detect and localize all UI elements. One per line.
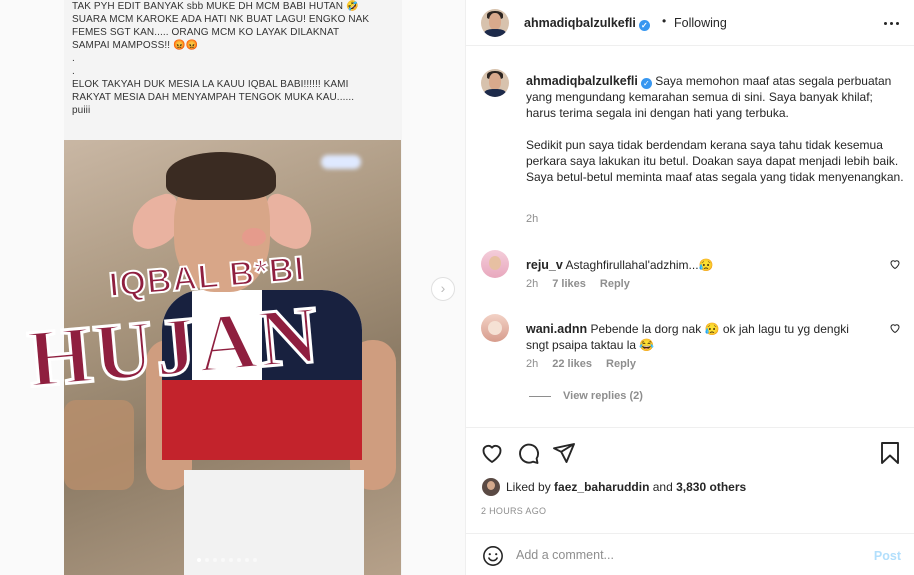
- comment-reply-button[interactable]: Reply: [606, 358, 636, 370]
- commenter-avatar[interactable]: [481, 250, 509, 278]
- liker-avatar[interactable]: [482, 478, 500, 496]
- media-pane: TAK PYH EDIT BANYAK sbb MUKE DH MCM BABI…: [0, 0, 465, 575]
- carousel-dot: [213, 558, 217, 562]
- media-caption-line: TAK PYH EDIT BANYAK sbb MUKE DH MCM BABI…: [72, 1, 359, 12]
- liker-username[interactable]: faez_baharuddin: [554, 480, 649, 494]
- add-comment-bar: Post: [466, 533, 914, 575]
- caption-username[interactable]: ahmadiqbalzulkefli: [526, 74, 638, 88]
- commenter-username[interactable]: wani.adnn: [526, 322, 587, 336]
- caption-body: ahmadiqbalzulkefli ✓ Saya memohon maaf at…: [526, 73, 904, 185]
- commenter-avatar[interactable]: [481, 314, 509, 342]
- commenter-username[interactable]: reju_v: [526, 258, 563, 272]
- emoji-smile-icon[interactable]: [482, 545, 504, 567]
- caption-author-avatar[interactable]: [481, 69, 509, 97]
- media-caption-line: ELOK TAKYAH DUK MESIA LA KAUU IQBAL BABI…: [72, 79, 349, 90]
- carousel-dot: [253, 558, 257, 562]
- carousel-dot: [205, 558, 209, 562]
- media-caption-line: puiii: [72, 105, 91, 116]
- likes-others-link[interactable]: 3,830 others: [676, 480, 746, 494]
- view-replies-label[interactable]: View replies (2): [563, 390, 643, 402]
- comment-meta: 2h 22 likes Reply: [526, 358, 636, 370]
- view-replies-divider: [529, 395, 551, 397]
- comment-meta: 2h 7 likes Reply: [526, 278, 630, 290]
- likes-middle: and: [652, 480, 673, 494]
- header-separator: •: [662, 14, 667, 28]
- author-username[interactable]: ahmadiqbalzulkefli: [524, 16, 636, 30]
- more-options-icon[interactable]: [881, 15, 901, 31]
- media-caption-line: RAKYAT MESIA DAH MENYAMPAH TENGOK MUKA K…: [72, 92, 355, 103]
- carousel-dots: [197, 558, 257, 562]
- verified-badge-icon: ✓: [638, 20, 650, 31]
- likes-summary: Liked by faez_baharuddin and 3,830 other…: [482, 478, 746, 496]
- comment-reply-button[interactable]: Reply: [600, 278, 630, 290]
- carousel-dot: [245, 558, 249, 562]
- add-comment-input[interactable]: [516, 544, 856, 566]
- background-cups: [64, 400, 134, 490]
- carousel-dot: [221, 558, 225, 562]
- comment-text: wani.adnn Pebende la dorg nak 😥 ok jah l…: [526, 321, 871, 353]
- post-comment-button[interactable]: Post: [874, 549, 901, 563]
- comment-likes-count[interactable]: 7 likes: [552, 278, 586, 290]
- carousel-dot: [237, 558, 241, 562]
- comment-timestamp[interactable]: 2h: [526, 278, 538, 290]
- caption-timestamp[interactable]: 2h: [526, 213, 538, 225]
- verified-badge-icon: ✓: [640, 78, 652, 89]
- hair: [166, 152, 276, 200]
- media-caption-line: .: [72, 53, 75, 64]
- author-avatar[interactable]: [481, 9, 509, 37]
- media-caption-line: SUARA MCM KAROKE ADA HATI NK BUAT LAGU! …: [72, 14, 370, 25]
- post-header: ahmadiqbalzulkefli ✓ • Following: [466, 0, 914, 46]
- comment-like-heart-icon[interactable]: [889, 258, 901, 270]
- media-caption-line: SAMPAI MAMPOSS!! 😡😡: [72, 40, 199, 51]
- comment-text: reju_v Astaghfirullahal'adzhim...😥: [526, 257, 871, 273]
- caption-paragraph-2: Sedikit pun saya tidak berdendam kerana …: [526, 138, 904, 184]
- comment-timestamp[interactable]: 2h: [526, 358, 538, 370]
- comment-like-heart-icon[interactable]: [889, 322, 901, 334]
- carousel-next-button[interactable]: ›: [431, 277, 455, 301]
- like-heart-icon[interactable]: [480, 441, 504, 465]
- media-caption-line: .: [72, 66, 75, 77]
- share-paper-plane-icon[interactable]: [552, 441, 576, 465]
- carousel-dot: [197, 558, 201, 562]
- view-replies-button[interactable]: View replies (2): [529, 390, 643, 402]
- media-caption-line: FEMES SGT KAN..... ORANG MCM KO LAYAK DI…: [72, 27, 340, 38]
- post-timestamp[interactable]: 2 HOURS AGO: [481, 506, 546, 516]
- background-light: [321, 155, 361, 169]
- comment-bubble-icon[interactable]: [516, 441, 540, 465]
- author-username-link[interactable]: ahmadiqbalzulkefli ✓: [524, 16, 650, 31]
- instagram-post-modal: TAK PYH EDIT BANYAK sbb MUKE DH MCM BABI…: [0, 0, 914, 575]
- comment-likes-count[interactable]: 22 likes: [552, 358, 592, 370]
- save-bookmark-icon[interactable]: [879, 441, 901, 465]
- carousel-dot: [229, 558, 233, 562]
- comment-body: Astaghfirullahal'adzhim...😥: [565, 258, 714, 272]
- pig-nose: [242, 228, 266, 246]
- following-button[interactable]: Following: [674, 16, 727, 30]
- media-caption-text: TAK PYH EDIT BANYAK sbb MUKE DH MCM BABI…: [72, 0, 402, 117]
- post-actions-bar: [466, 427, 914, 475]
- likes-prefix: Liked by: [506, 480, 551, 494]
- post-sidebar: ahmadiqbalzulkefli ✓ • Following ahmadiqb…: [465, 0, 914, 575]
